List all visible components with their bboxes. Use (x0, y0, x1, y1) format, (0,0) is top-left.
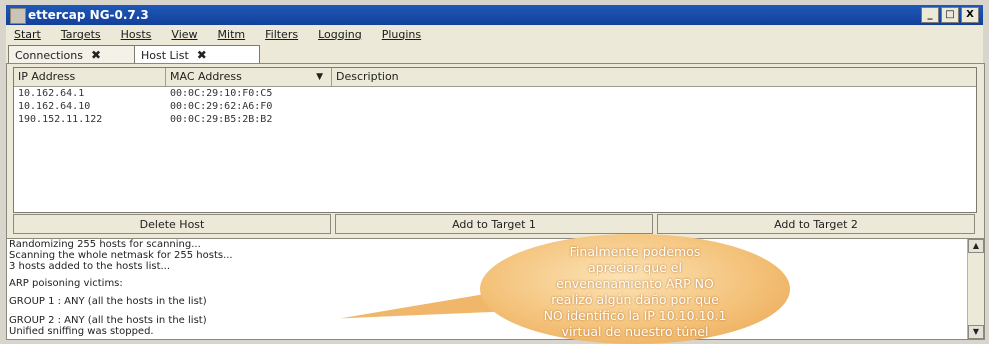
host-table-header: IP Address MAC Address ▼ Description (14, 68, 976, 87)
tab-connections[interactable]: Connections ✖ (8, 45, 144, 64)
host-actions: Delete Host Add to Target 1 Add to Targe… (13, 214, 975, 234)
host-mac: 00:0C:29:62:A6:F0 (170, 101, 273, 112)
log-line: Unified sniffing was stopped. (9, 326, 154, 337)
menu-targets[interactable]: Targets (51, 28, 111, 41)
menu-plugins[interactable]: Plugins (372, 28, 431, 41)
minimize-button[interactable]: _ (921, 7, 939, 23)
table-row[interactable]: 190.152.11.122 00:0C:29:B5:2B:B2 (14, 113, 976, 126)
host-ip: 190.152.11.122 (18, 114, 103, 125)
delete-host-button[interactable]: Delete Host (13, 214, 331, 234)
menu-view[interactable]: View (161, 28, 207, 41)
callout-line: NO identificó la IP 10.10.10.1 (543, 308, 727, 323)
scroll-up-arrow-icon[interactable]: ▲ (968, 239, 984, 253)
log-line: Scanning the whole netmask for 255 hosts… (9, 250, 233, 261)
log-line: GROUP 2 : ANY (all the hosts in the list… (9, 315, 207, 326)
column-description[interactable]: Description (332, 68, 976, 86)
log-line: Randomizing 255 hosts for scanning... (9, 239, 201, 250)
table-row[interactable]: 10.162.64.10 00:0C:29:62:A6:F0 (14, 100, 976, 113)
callout-tail (339, 291, 501, 329)
callout-line: apreciar que el (588, 260, 682, 275)
host-list-panel: IP Address MAC Address ▼ Description 10.… (6, 63, 985, 240)
add-to-target-1-button[interactable]: Add to Target 1 (335, 214, 653, 234)
callout-line: envenenamiento ARP NO (556, 276, 714, 291)
add-to-target-2-button[interactable]: Add to Target 2 (657, 214, 975, 234)
sort-down-icon: ▼ (316, 72, 323, 82)
tab-bar: Connections ✖ Host List ✖ (6, 43, 983, 64)
callout-line: realizó algún daño por que (551, 292, 719, 307)
window-title: ettercap NG-0.7.3 (28, 8, 149, 22)
log-line: ARP poisoning victims: (9, 278, 123, 289)
log-scrollbar[interactable]: ▲ ▼ (967, 239, 984, 339)
callout-line: virtual de nuestro túnel (561, 324, 709, 339)
menu-filters[interactable]: Filters (255, 28, 308, 41)
menu-start[interactable]: Start (6, 28, 51, 41)
menu-mitm[interactable]: Mitm (208, 28, 256, 41)
tab-connections-label: Connections (15, 48, 83, 62)
log-line: 3 hosts added to the hosts list... (9, 261, 171, 272)
host-mac: 00:0C:29:10:F0:C5 (170, 88, 273, 99)
annotation-callout: Finalmente podemos apreciar que el enven… (320, 234, 860, 344)
host-mac: 00:0C:29:B5:2B:B2 (170, 114, 273, 125)
menu-hosts[interactable]: Hosts (111, 28, 162, 41)
maximize-button[interactable]: □ (941, 7, 959, 23)
title-bar[interactable]: ettercap NG-0.7.3 _ □ X (6, 5, 983, 25)
column-ip-address[interactable]: IP Address (14, 68, 166, 86)
host-table: IP Address MAC Address ▼ Description 10.… (13, 67, 977, 213)
column-mac-address-label: MAC Address (170, 70, 242, 83)
tab-connections-close-icon[interactable]: ✖ (91, 48, 101, 62)
tab-host-list-label: Host List (141, 48, 189, 62)
close-button[interactable]: X (961, 7, 979, 23)
ettercap-app-icon (10, 8, 26, 24)
tab-host-list-close-icon[interactable]: ✖ (197, 48, 207, 62)
host-ip: 10.162.64.1 (18, 88, 85, 99)
scroll-down-arrow-icon[interactable]: ▼ (968, 325, 984, 339)
callout-line: Finalmente podemos (569, 244, 701, 259)
host-ip: 10.162.64.10 (18, 101, 91, 112)
ettercap-window: ettercap NG-0.7.3 _ □ X Start Targets Ho… (0, 0, 989, 344)
column-mac-address[interactable]: MAC Address ▼ (166, 68, 332, 86)
tab-host-list[interactable]: Host List ✖ (134, 45, 260, 64)
table-row[interactable]: 10.162.64.1 00:0C:29:10:F0:C5 (14, 87, 976, 100)
menu-bar: Start Targets Hosts View Mitm Filters Lo… (6, 25, 983, 44)
log-line: GROUP 1 : ANY (all the hosts in the list… (9, 296, 207, 307)
menu-logging[interactable]: Logging (308, 28, 372, 41)
callout-text: Finalmente podemos apreciar que el enven… (500, 244, 770, 340)
